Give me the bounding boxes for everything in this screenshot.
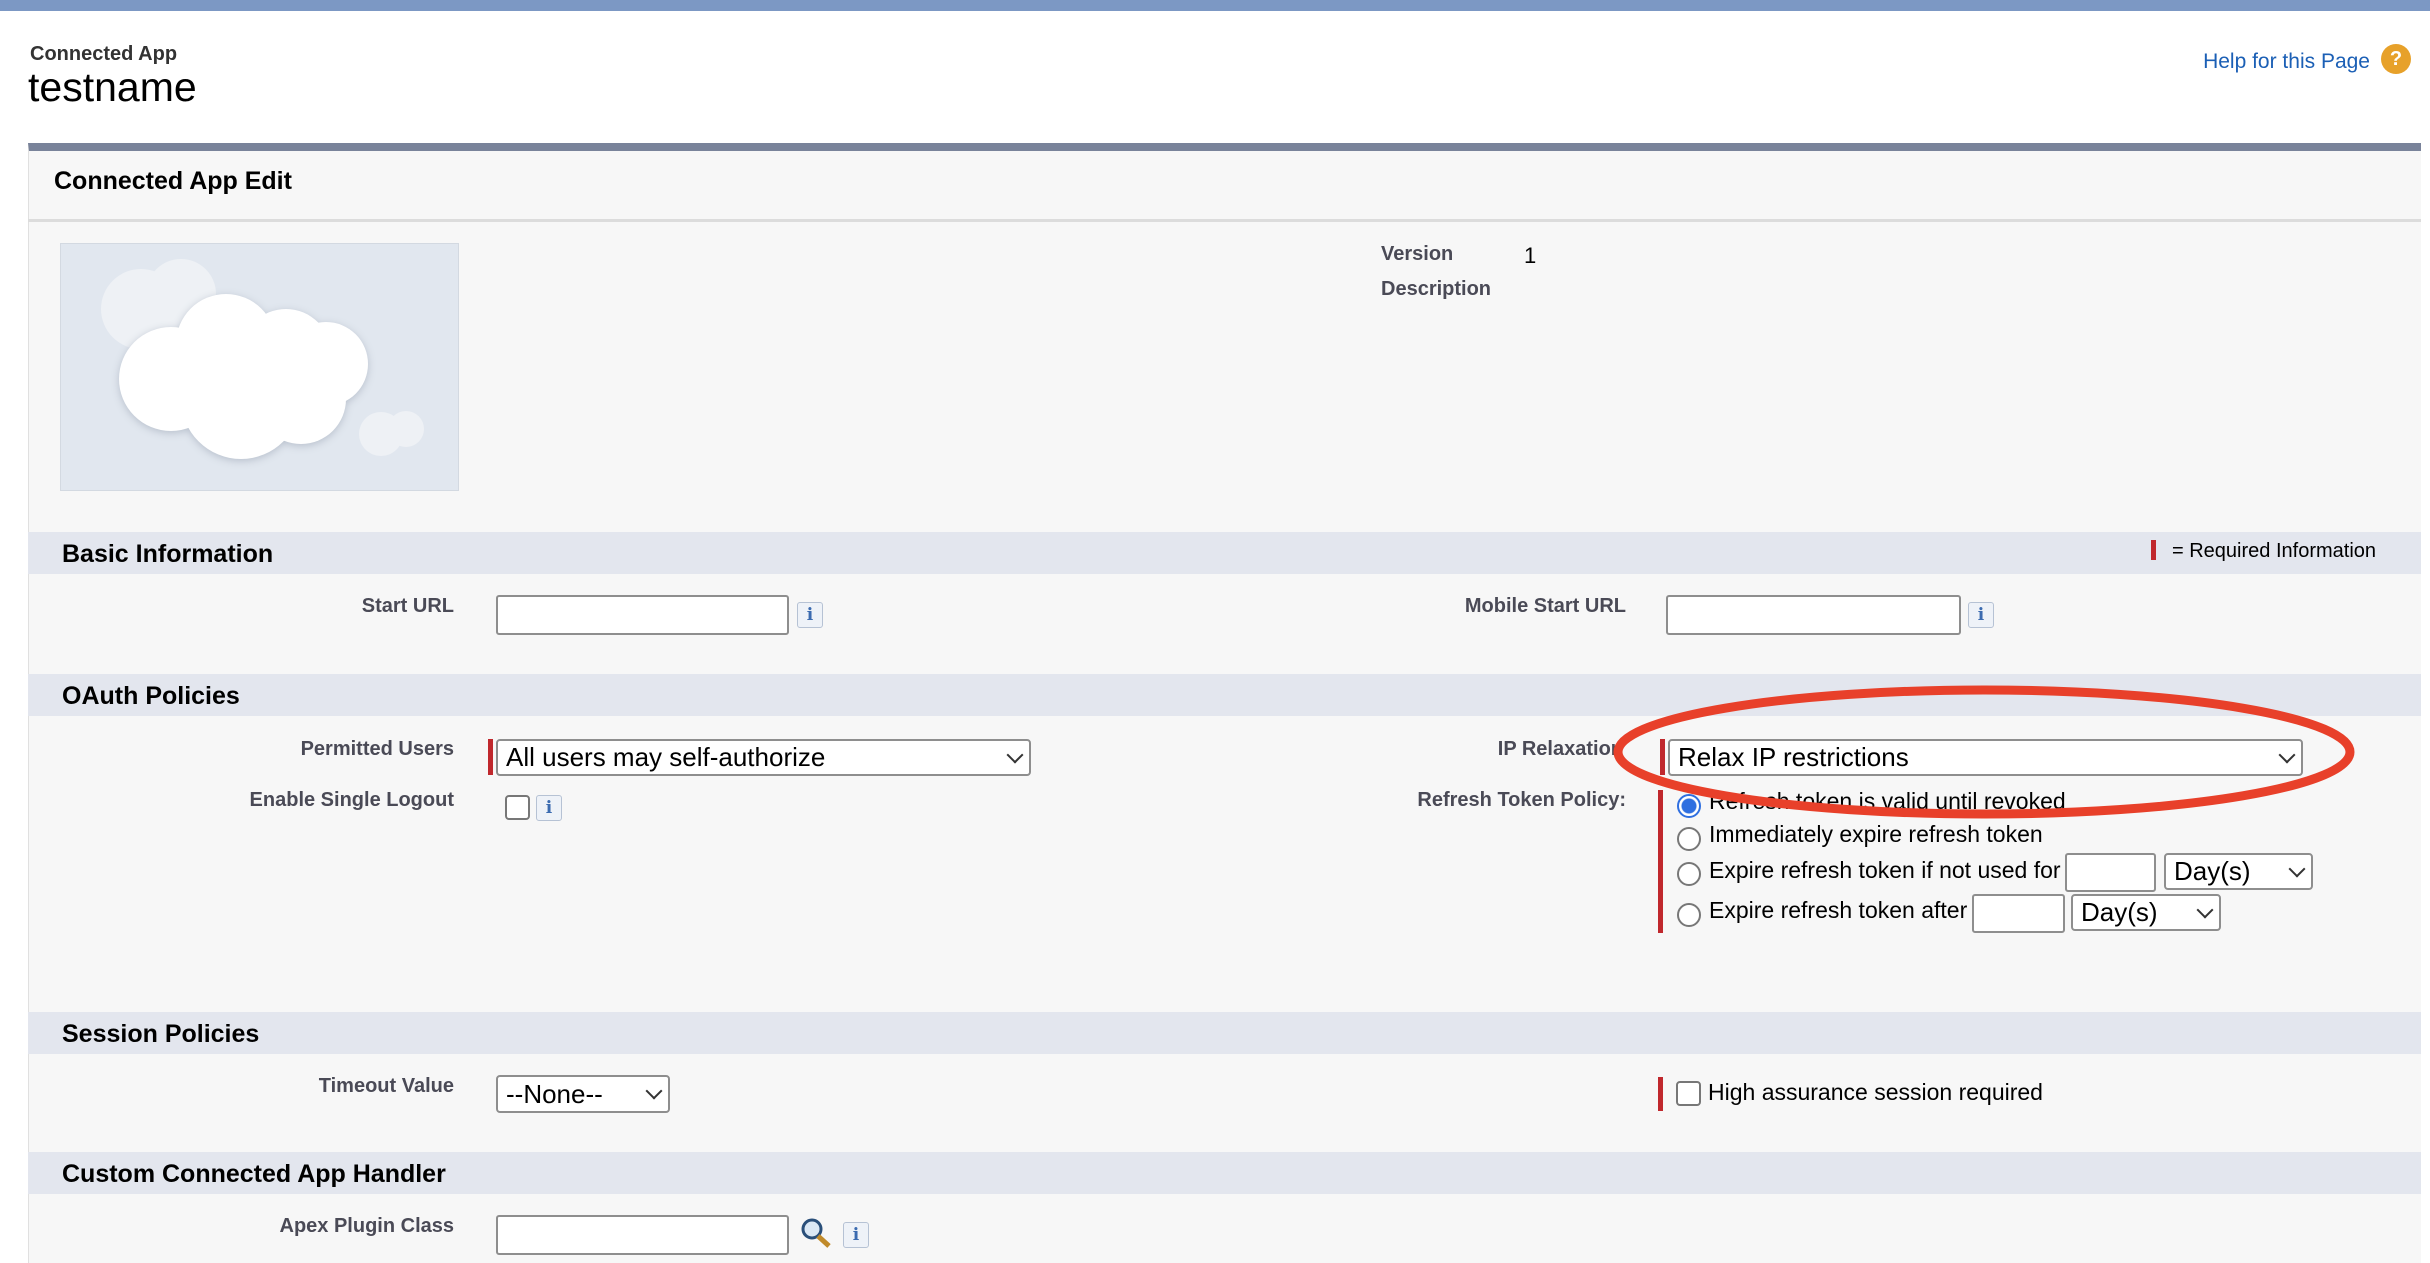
version-value: 1 [1524,243,1537,268]
radio-label: Expire refresh token if not used for [1709,857,2061,883]
help-link[interactable]: Help for this Page [2203,50,2370,74]
section-custom-handler: Custom Connected App Handler [28,1152,2421,1194]
cloud-icon [101,259,424,459]
divider [28,219,2421,222]
required-marker [1658,1077,1663,1111]
annotation-ellipse [1613,685,2355,819]
chevron-down-icon [645,1082,663,1100]
chevron-down-icon [2196,901,2214,918]
section-session-policies: Session Policies [28,1012,2421,1054]
expire-after-input[interactable] [1972,894,2065,933]
description-label: Description [1381,278,1492,300]
chevron-down-icon [2288,860,2306,877]
required-legend: = Required Information [2172,540,2377,562]
app-logo [60,243,459,491]
lookup-icon[interactable] [798,1216,834,1250]
info-icon[interactable]: i [1968,602,1994,628]
permitted-users-select[interactable]: All users may self-authorize [496,739,1031,776]
info-icon[interactable]: i [843,1222,869,1248]
start-url-label: Start URL [361,595,454,617]
info-icon[interactable]: i [797,602,823,628]
start-url-input[interactable] [496,595,789,635]
panel-title: Connected App Edit [54,167,292,195]
ip-relaxation-label: IP Relaxation [1497,738,1623,760]
info-icon[interactable]: i [536,795,562,821]
high-assurance-checkbox[interactable] [1676,1081,1701,1106]
chevron-down-icon [1006,746,1024,763]
expire-after-unit-select[interactable]: Day(s) [2071,894,2221,931]
section-basic-information: Basic Information [28,532,2421,574]
not-used-for-input[interactable] [2065,853,2156,892]
radio-expire-after[interactable] [1677,903,1701,927]
page-title: testname [28,64,197,110]
permitted-users-value: All users may self-authorize [506,742,826,772]
timeout-value-label: Timeout Value [318,1075,454,1097]
high-assurance-label: High assurance session required [1708,1079,2043,1105]
not-used-unit-select[interactable]: Day(s) [2164,853,2313,890]
single-logout-checkbox[interactable] [505,795,530,820]
permitted-users-label: Permitted Users [300,738,454,760]
expire-after-unit-value: Day(s) [2081,897,2158,927]
required-marker [488,739,493,775]
object-type-label: Connected App [30,43,178,65]
radio-label: Expire refresh token after [1709,897,1968,923]
apex-plugin-class-label: Apex Plugin Class [279,1215,455,1237]
timeout-value: --None-- [506,1078,603,1109]
help-icon[interactable]: ? [2381,44,2411,74]
refresh-token-policy-label: Refresh Token Policy: [1417,789,1626,811]
radio-expire-if-not-used[interactable] [1677,862,1701,886]
mobile-start-url-input[interactable] [1666,595,1961,635]
mobile-start-url-label: Mobile Start URL [1464,595,1626,617]
single-logout-label: Enable Single Logout [249,789,454,811]
version-label: Version [1381,243,1454,265]
required-marker [2151,540,2156,560]
not-used-unit-value: Day(s) [2174,856,2251,886]
radio-immediately-expire[interactable] [1677,827,1701,851]
timeout-value-select[interactable]: --None-- [496,1075,670,1113]
top-banner [0,0,2430,11]
apex-plugin-class-input[interactable] [496,1215,789,1255]
